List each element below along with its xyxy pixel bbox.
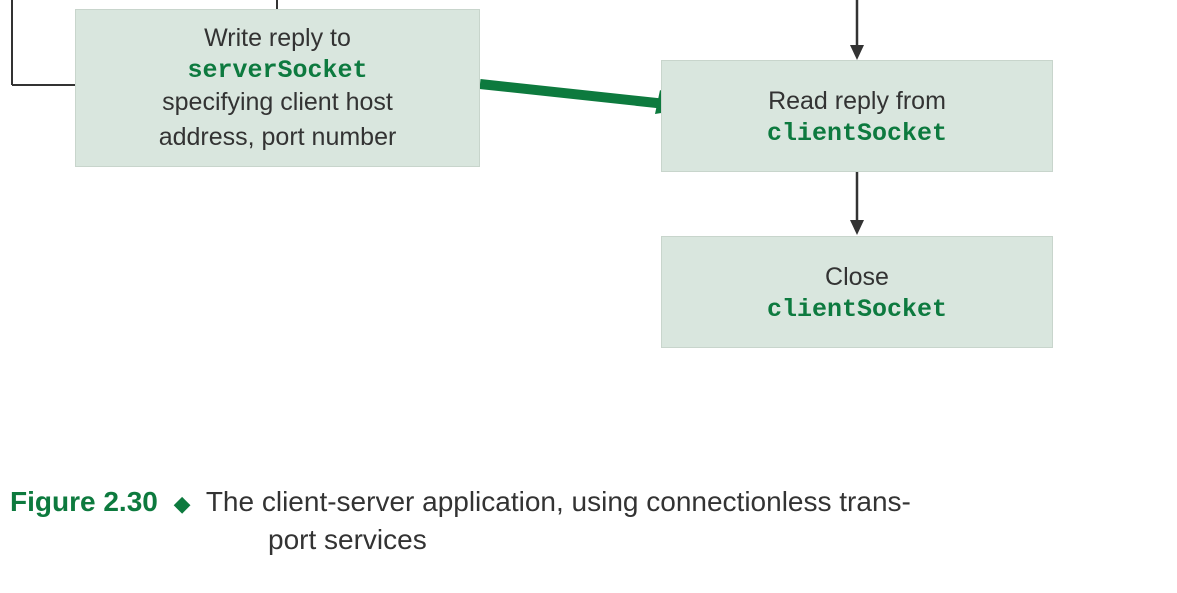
diamond-icon: ◆ [174,491,191,516]
box1-code: serverSocket [187,56,367,85]
box-write-reply: Write reply to serverSocket specifying c… [75,9,480,167]
box-read-reply: Read reply from clientSocket [661,60,1053,172]
box3-code: clientSocket [767,295,947,324]
figure-number: Figure 2.30 [10,486,158,517]
box1-line2: specifying client host [162,85,393,120]
box1-line3: address, port number [159,120,397,155]
caption-text1: The client-server application, using con… [206,486,911,517]
figure-caption: Figure 2.30 ◆ The client-server applicat… [10,486,1170,556]
caption-text2: port services [268,524,1170,556]
box1-line1: Write reply to [204,21,351,56]
box2-line1: Read reply from [768,84,946,119]
box-close: Close clientSocket [661,236,1053,348]
box3-line1: Close [825,260,889,295]
box2-code: clientSocket [767,119,947,148]
